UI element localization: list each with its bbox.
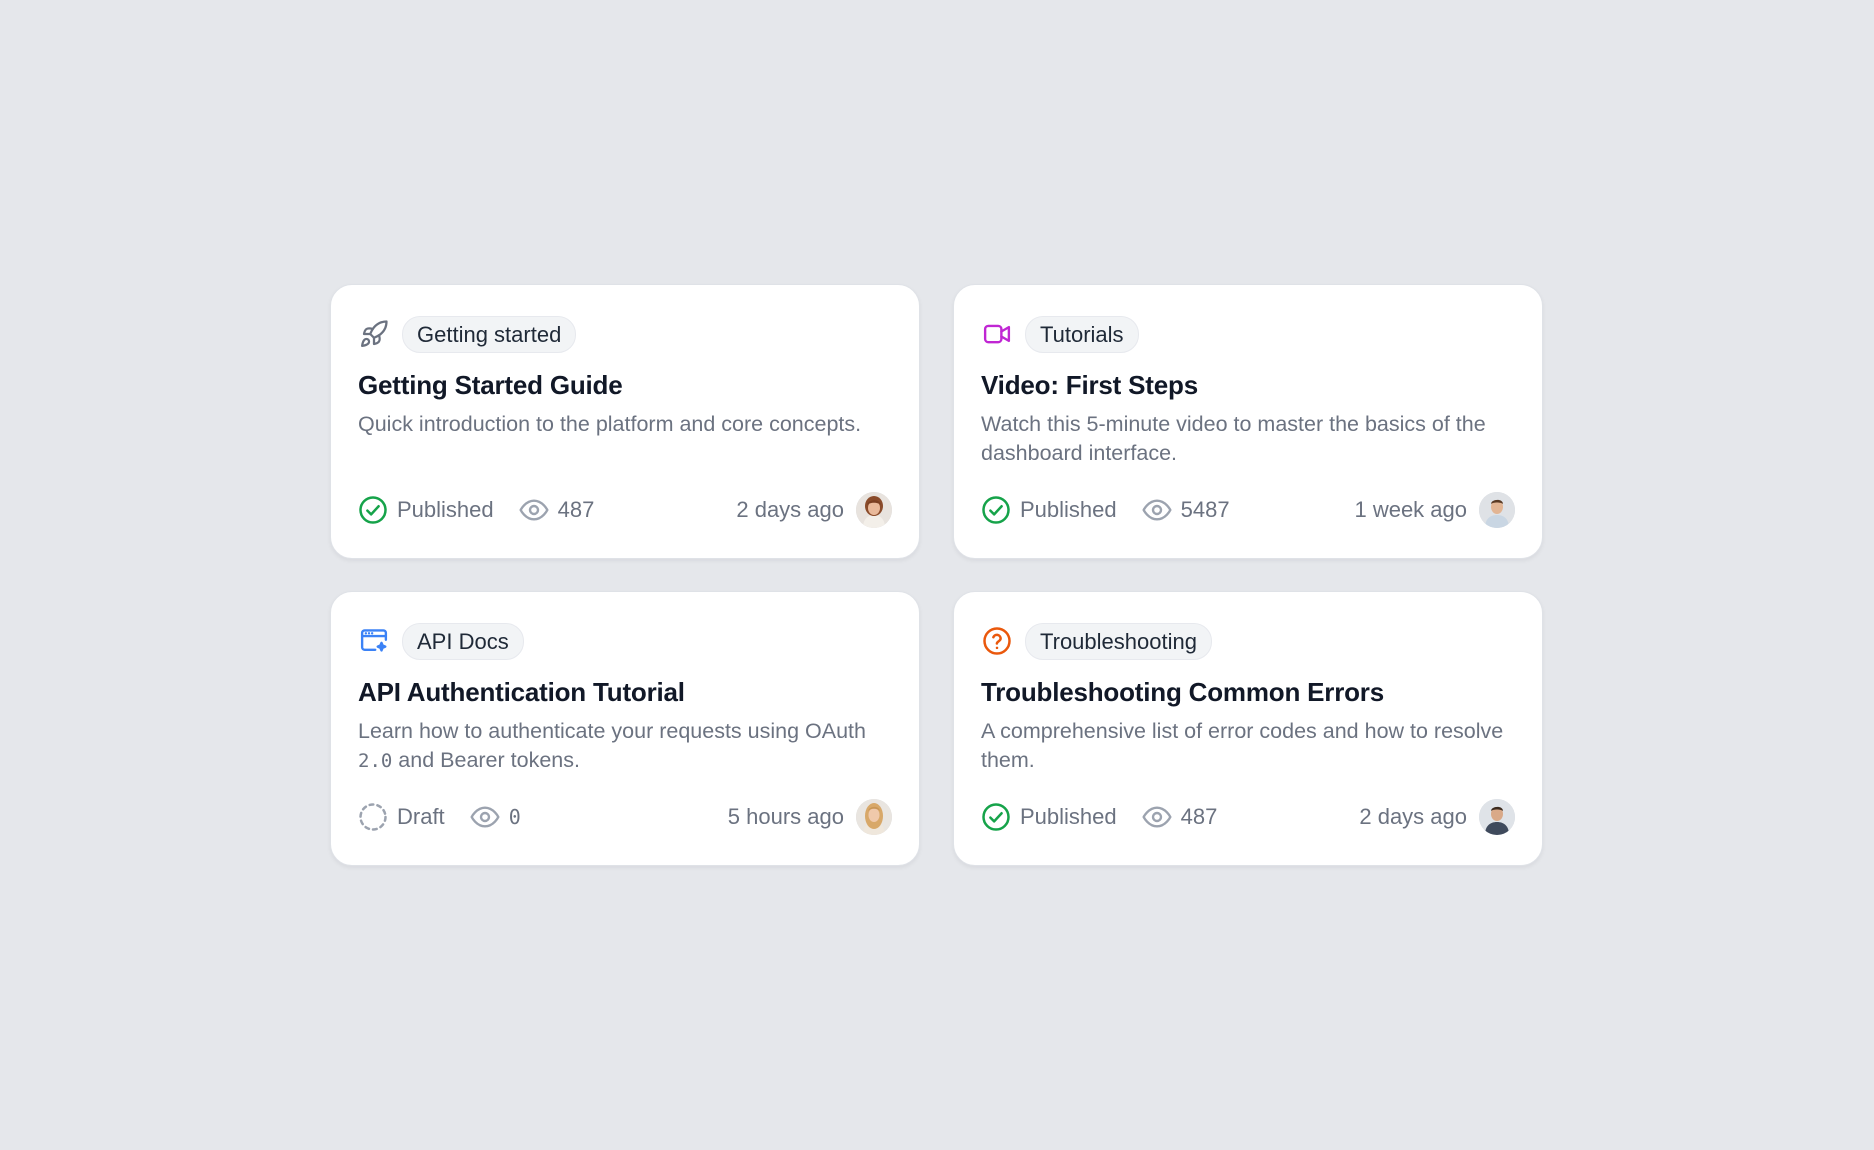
dashed-circle-icon: [359, 803, 387, 831]
card-header: Troubleshooting: [981, 622, 1515, 660]
card-meta: Published 487 2 days ago: [981, 799, 1515, 835]
author-avatar[interactable]: [856, 799, 892, 835]
article-card[interactable]: API Docs API Authentication Tutorial Lea…: [330, 591, 920, 866]
timestamp: 5 hours ago: [727, 804, 844, 829]
author-avatar[interactable]: [1479, 799, 1515, 835]
article-card[interactable]: Troubleshooting Troubleshooting Common E…: [953, 591, 1543, 866]
video-camera-icon: [981, 318, 1013, 350]
view-count: 487: [518, 494, 595, 526]
rocket-icon: [358, 318, 390, 350]
article-card-grid: Getting started Getting Started Guide Qu…: [330, 284, 1544, 866]
eye-icon: [1142, 499, 1172, 521]
article-card[interactable]: Tutorials Video: First Steps Watch this …: [953, 284, 1543, 559]
check-circle-icon: [982, 496, 1010, 524]
check-circle-icon: [982, 803, 1010, 831]
article-card[interactable]: Getting started Getting Started Guide Qu…: [330, 284, 920, 559]
status-label: Published: [1020, 804, 1117, 829]
category-tag[interactable]: Troubleshooting: [1025, 622, 1212, 660]
status-label: Draft: [397, 804, 445, 829]
browser-sparkle-icon: [358, 625, 390, 657]
author-avatar[interactable]: [856, 492, 892, 528]
timestamp: 2 days ago: [1359, 804, 1467, 829]
view-count-value: 5487: [1180, 497, 1230, 522]
status-indicator: Published: [981, 802, 1117, 832]
status-indicator: Published: [358, 495, 494, 525]
status-label: Published: [1020, 497, 1117, 522]
description-text: Learn how to authenticate your requests …: [358, 719, 866, 743]
card-title[interactable]: Troubleshooting Common Errors: [981, 676, 1515, 708]
status-indicator: Published: [981, 495, 1117, 525]
category-tag[interactable]: API Docs: [402, 622, 524, 660]
card-header: Getting started: [358, 315, 892, 353]
category-tag[interactable]: Getting started: [402, 315, 577, 353]
description-code: 2.0: [358, 750, 393, 772]
card-header: Tutorials: [981, 315, 1515, 353]
view-count: 487: [1141, 801, 1218, 833]
eye-icon: [470, 806, 500, 828]
eye-icon: [519, 499, 549, 521]
view-count-value: 487: [557, 497, 595, 522]
status-label: Published: [397, 497, 494, 522]
card-header: API Docs: [358, 622, 892, 660]
timestamp: 1 week ago: [1354, 497, 1467, 522]
card-description: Watch this 5-minute video to master the …: [981, 412, 1486, 465]
card-meta: Published 5487 1 week ago: [981, 492, 1515, 528]
card-description: A comprehensive list of error codes and …: [981, 719, 1504, 772]
card-description: Quick introduction to the platform and c…: [358, 412, 862, 436]
card-title[interactable]: Getting Started Guide: [358, 369, 892, 401]
view-count-value: 0: [508, 805, 521, 829]
category-tag[interactable]: Tutorials: [1025, 315, 1139, 353]
card-title[interactable]: API Authentication Tutorial: [358, 676, 892, 708]
question-circle-icon: [981, 625, 1013, 657]
timestamp: 2 days ago: [736, 497, 844, 522]
card-title[interactable]: Video: First Steps: [981, 369, 1515, 401]
eye-icon: [1142, 806, 1172, 828]
view-count-value: 487: [1180, 804, 1218, 829]
description-text: and Bearer tokens.: [392, 748, 580, 772]
view-count: 5487: [1141, 494, 1230, 526]
status-indicator: Draft: [358, 802, 445, 832]
view-count: 0: [469, 801, 521, 833]
card-description: Learn how to authenticate your requests …: [358, 717, 898, 776]
card-meta: Published 487 2 days ago: [358, 492, 892, 528]
check-circle-icon: [359, 496, 387, 524]
card-meta: Draft 0 5 hours ago: [358, 799, 892, 835]
author-avatar[interactable]: [1479, 492, 1515, 528]
